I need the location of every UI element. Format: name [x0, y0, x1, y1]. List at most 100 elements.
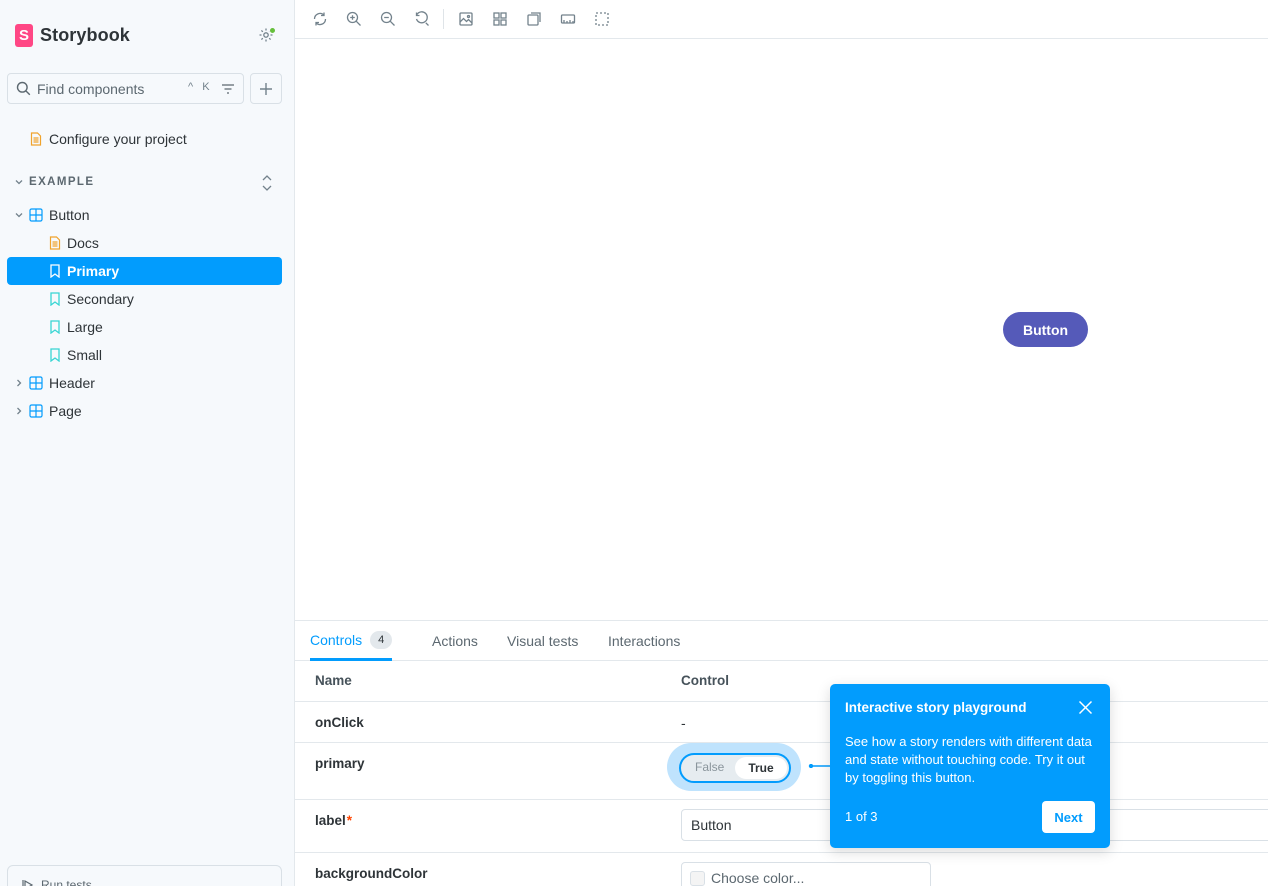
component-icon — [29, 376, 43, 390]
sidebar-item-secondary[interactable]: Secondary — [7, 285, 282, 313]
document-icon — [30, 132, 42, 146]
primary-boolean-toggle[interactable]: False True — [679, 753, 791, 783]
prop-value: - — [681, 715, 686, 731]
sidebar-item-label: Primary — [67, 263, 120, 279]
popover-body: See how a story renders with different d… — [845, 734, 1092, 785]
brand[interactable]: S Storybook — [15, 24, 130, 47]
background-icon[interactable] — [457, 10, 475, 28]
zoom-out-icon[interactable] — [379, 10, 397, 28]
color-picker-input[interactable]: Choose color... — [681, 862, 931, 886]
bookmark-icon — [50, 348, 60, 362]
bookmark-icon — [50, 320, 60, 334]
viewport-icon[interactable] — [525, 10, 543, 28]
tab-label: Interactions — [608, 633, 681, 649]
outline-icon[interactable] — [593, 10, 611, 28]
chevron-right-icon — [17, 379, 22, 387]
controls-table-header: Name Control — [295, 661, 1268, 702]
reset-zoom-icon[interactable] — [413, 10, 431, 28]
story-canvas: Button — [295, 39, 1268, 620]
chevron-down-icon — [15, 180, 23, 185]
sidebar-item-button[interactable]: Button — [7, 201, 282, 229]
sidebar-item-configure[interactable]: Configure your project — [7, 125, 282, 153]
run-tests-label: Run tests — [41, 878, 92, 886]
prop-name: label* — [315, 813, 352, 828]
create-button[interactable] — [250, 73, 282, 104]
prop-name-text: label — [315, 813, 346, 828]
toggle-option-true[interactable]: True — [735, 757, 787, 779]
grid-icon[interactable] — [491, 10, 509, 28]
table-row-label: label* — [295, 800, 1268, 853]
sidebar: S Storybook ^ K Configure your project E… — [0, 0, 295, 886]
tab-interactions[interactable]: Interactions — [608, 621, 680, 661]
sidebar-item-docs[interactable]: Docs — [7, 229, 282, 257]
sidebar-item-label: Button — [49, 207, 90, 223]
component-icon — [29, 208, 43, 222]
brand-name: Storybook — [40, 25, 130, 45]
tab-visual-tests[interactable]: Visual tests — [507, 621, 578, 661]
sidebar-item-label: Docs — [67, 235, 99, 251]
popover-title: Interactive story playground — [845, 700, 1027, 715]
tab-label: Actions — [432, 633, 478, 649]
sidebar-item-label: Secondary — [67, 291, 134, 307]
component-icon — [29, 404, 43, 418]
required-marker: * — [346, 813, 353, 828]
reload-icon[interactable] — [311, 10, 329, 28]
column-header-control: Control — [681, 673, 729, 688]
search-shortcut: ^ K — [188, 81, 213, 93]
toolbar-divider — [443, 9, 444, 29]
next-button[interactable]: Next — [1042, 801, 1095, 833]
storybook-logo: S — [15, 24, 33, 47]
toggle-option-false[interactable]: False — [695, 760, 724, 774]
sidebar-item-label: Header — [49, 375, 95, 391]
sidebar-item-primary[interactable]: Primary — [7, 257, 282, 285]
close-icon[interactable] — [1078, 700, 1093, 715]
onboarding-popover: Interactive story playground See how a s… — [830, 684, 1110, 848]
plus-icon — [260, 82, 272, 95]
sidebar-item-page[interactable]: Page — [7, 397, 282, 425]
chevron-right-icon — [17, 407, 22, 415]
document-icon — [49, 236, 61, 250]
controls-count-badge: 4 — [370, 630, 393, 649]
panel-tabs: Controls 4 Actions Visual tests Interact… — [295, 621, 1268, 661]
sidebar-item-large[interactable]: Large — [7, 313, 282, 341]
measure-icon[interactable] — [559, 10, 577, 28]
prop-name: onClick — [315, 715, 364, 730]
chevron-down-icon — [15, 213, 23, 218]
run-tests-button[interactable]: Run tests — [7, 865, 282, 886]
addon-panel: Controls 4 Actions Visual tests Interact… — [295, 620, 1268, 886]
bookmark-icon — [50, 264, 60, 278]
column-header-name: Name — [315, 673, 352, 688]
preview-toolbar — [295, 0, 1268, 39]
settings-button[interactable] — [258, 27, 276, 45]
section-header-example[interactable]: EXAMPLE — [7, 172, 282, 192]
update-indicator — [269, 27, 276, 34]
sidebar-item-header[interactable]: Header — [7, 369, 282, 397]
popover-step-counter: 1 of 3 — [845, 809, 878, 824]
table-row-onclick: onClick - — [295, 702, 1268, 743]
play-icon — [22, 879, 34, 886]
search-box: ^ K — [7, 73, 244, 104]
preview-button[interactable]: Button — [1003, 312, 1088, 347]
sidebar-item-small[interactable]: Small — [7, 341, 282, 369]
popover-connector — [808, 764, 831, 768]
sidebar-item-label: Page — [49, 403, 82, 419]
color-placeholder: Choose color... — [711, 870, 805, 886]
prop-name: primary — [315, 756, 365, 771]
sidebar-item-label: Configure your project — [49, 131, 187, 147]
table-row-background-color: backgroundColor Choose color... — [295, 853, 1268, 886]
bookmark-icon — [50, 292, 60, 306]
tab-label: Visual tests — [507, 633, 579, 649]
table-row-primary: primary False True — [295, 743, 1268, 800]
sidebar-item-label: Large — [67, 319, 103, 335]
filter-icon[interactable] — [220, 81, 236, 97]
search-icon — [16, 81, 31, 96]
tab-controls[interactable]: Controls 4 — [310, 621, 393, 661]
zoom-in-icon[interactable] — [345, 10, 363, 28]
section-label: EXAMPLE — [29, 176, 95, 188]
tab-label: Controls — [310, 631, 363, 648]
search-input[interactable] — [37, 74, 187, 103]
expand-collapse-icon[interactable] — [260, 173, 274, 193]
prop-name: backgroundColor — [315, 866, 428, 881]
color-swatch[interactable] — [690, 871, 705, 886]
tab-actions[interactable]: Actions — [432, 621, 478, 661]
